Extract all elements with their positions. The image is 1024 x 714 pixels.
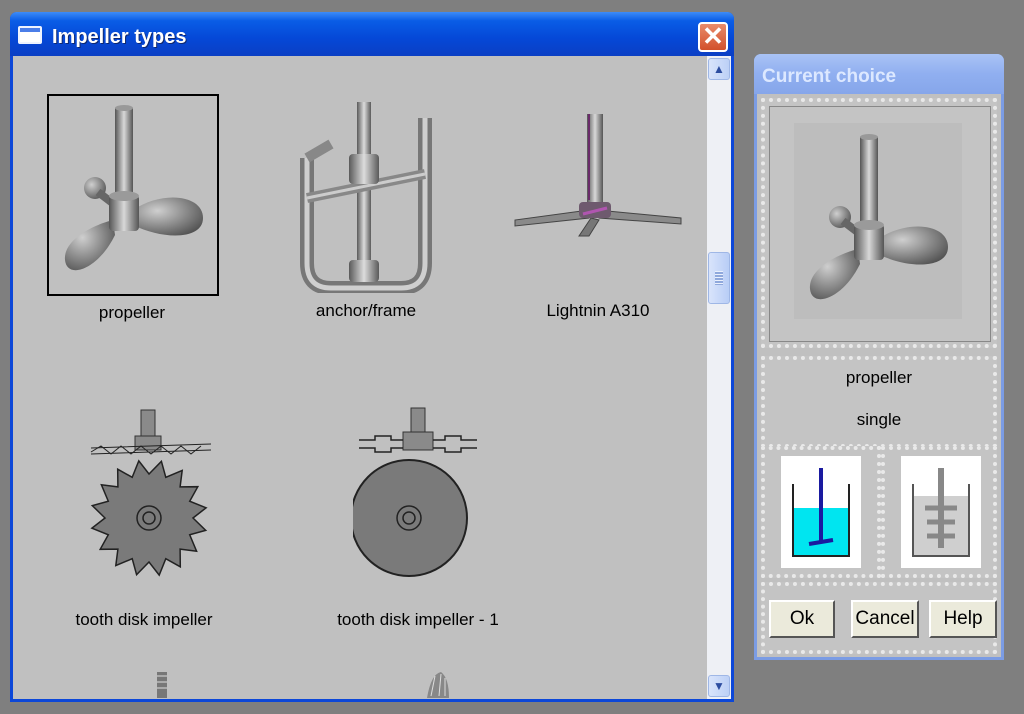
item-label: propeller [98,303,166,322]
tank-multistage-icon [912,468,970,557]
vertical-scrollbar[interactable]: ▲ ▼ [707,56,731,699]
impeller-item-lightnin-a310[interactable]: Lightnin A310 [503,96,693,326]
tooth-disk-impeller-icon [90,409,212,577]
scroll-thumb[interactable] [708,252,730,304]
current-choice-titlebar[interactable]: Current choice [754,54,1004,94]
window-title: Current choice [762,66,897,87]
impeller-types-window: Impeller types ✕ propeller anchor/frame … [10,12,734,702]
impeller-mode: single [856,410,902,429]
impeller-item-tooth-disk[interactable]: tooth disk impeller [69,402,219,632]
impeller-item-anchor-frame[interactable]: anchor/frame [281,96,451,326]
item-label: tooth disk impeller [75,610,213,629]
preview-panel [761,98,997,348]
item-label: anchor/frame [315,301,417,320]
scroll-up-button[interactable]: ▲ [708,58,730,80]
single-tank-option[interactable] [761,446,881,578]
selected-propeller-icon [809,134,948,300]
ok-button[interactable]: Ok [769,600,835,638]
tank-frame [781,456,861,568]
scroll-down-button[interactable]: ▼ [708,675,730,697]
close-button[interactable]: ✕ [698,22,728,52]
impeller-name: propeller [845,368,913,387]
choice-info-panel: propeller single [761,356,997,448]
impeller-types-titlebar[interactable]: Impeller types ✕ [10,12,734,56]
help-button[interactable]: Help [929,600,997,638]
partial-impeller-icon [157,672,167,698]
tank-frame [901,456,981,568]
window-title: Impeller types [52,26,187,48]
preview-frame [769,106,991,342]
item-label: tooth disk impeller - 1 [337,610,499,629]
window-icon [18,26,42,44]
anchor-frame-icon [300,102,432,293]
current-choice-window: Current choice propeller single Ok Cance… [754,54,1004,660]
lightnin-a310-icon [514,114,682,237]
partial-impeller-icon [427,672,449,698]
multi-stage-tank-option[interactable] [881,446,997,578]
tank-liquid-icon [792,468,850,557]
item-label: Lightnin A310 [546,301,650,320]
propeller-icon [64,105,203,271]
impeller-item-propeller[interactable]: propeller [45,94,219,324]
impeller-grid: propeller anchor/frame Lightnin A310 too… [13,56,731,699]
current-choice-client: propeller single Ok Cancel Help [757,94,1001,657]
tooth-disk-impeller-1-icon [353,407,477,577]
cancel-button[interactable]: Cancel [851,600,919,638]
impeller-item-tooth-disk-1[interactable]: tooth disk impeller - 1 [333,402,503,632]
